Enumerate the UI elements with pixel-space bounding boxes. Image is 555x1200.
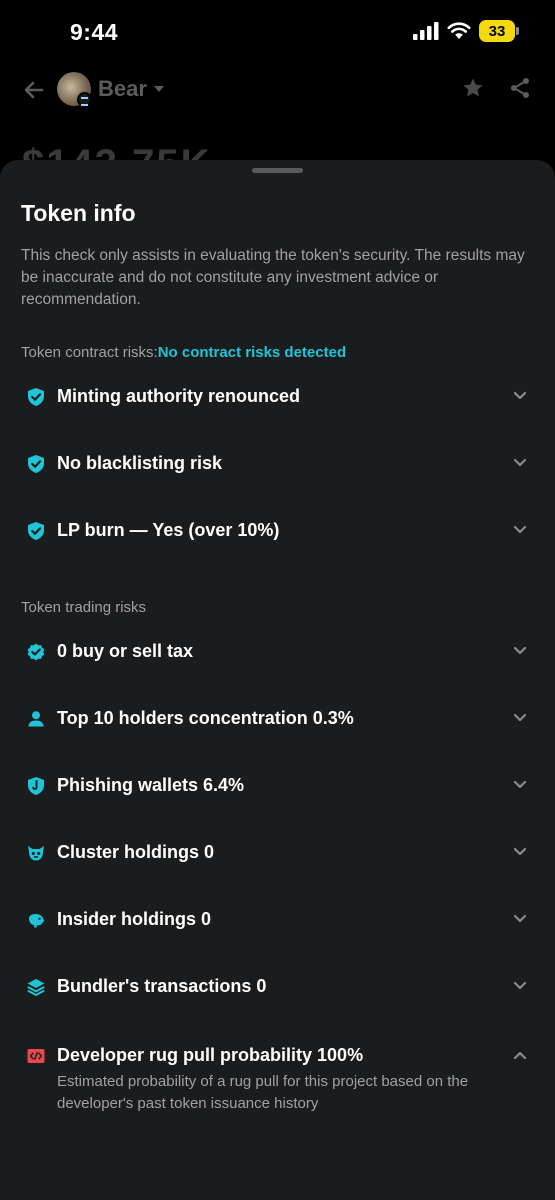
risk-row-description: Estimated probability of a rug pull for … bbox=[57, 1073, 469, 1112]
chevron-down-icon[interactable] bbox=[512, 390, 528, 402]
wifi-icon bbox=[447, 22, 471, 39]
share-icon[interactable] bbox=[509, 77, 531, 99]
risk-row-minting[interactable]: Minting authority renounced bbox=[0, 377, 555, 417]
disclaimer-text: This check only assists in evaluating th… bbox=[21, 247, 525, 308]
token-info-sheet: Token info This check only assists in ev… bbox=[0, 160, 555, 1200]
risk-row-developer-rug-pull[interactable]: Developer rug pull probability 100% Esti… bbox=[0, 1036, 555, 1121]
chevron-down-icon[interactable] bbox=[154, 86, 164, 92]
risk-row-lp-burn[interactable]: LP burn — Yes (over 10%) bbox=[0, 511, 555, 551]
risk-row-label: Developer rug pull probability 100% bbox=[57, 1045, 364, 1065]
status-icons: 33 bbox=[413, 20, 519, 42]
chevron-up-icon[interactable] bbox=[512, 1049, 528, 1061]
chevron-down-icon[interactable] bbox=[512, 913, 528, 925]
chevron-down-icon[interactable] bbox=[512, 980, 528, 992]
person-icon bbox=[28, 711, 44, 727]
shield-check-icon bbox=[28, 522, 44, 540]
risk-row-label: Top 10 holders concentration 0.3% bbox=[57, 708, 354, 728]
chevron-down-icon[interactable] bbox=[512, 645, 528, 657]
cellular-signal-icon bbox=[413, 22, 439, 40]
risk-row-phishing[interactable]: Phishing wallets 6.4% bbox=[0, 766, 555, 806]
risk-row-insider[interactable]: Insider holdings 0 bbox=[0, 900, 555, 940]
shield-check-icon bbox=[28, 455, 44, 473]
cluster-icon bbox=[28, 846, 44, 861]
risk-row-top-holders[interactable]: Top 10 holders concentration 0.3% bbox=[0, 699, 555, 739]
back-arrow-icon[interactable] bbox=[22, 78, 46, 102]
chevron-down-icon[interactable] bbox=[512, 846, 528, 858]
token-name[interactable]: Bear bbox=[98, 76, 147, 102]
sheet-title: Token info bbox=[21, 200, 136, 226]
risk-row-label: Bundler's transactions 0 bbox=[57, 976, 267, 996]
insider-icon bbox=[29, 914, 45, 928]
chevron-down-icon[interactable] bbox=[512, 712, 528, 724]
contract-risks-status: No contract risks detected bbox=[157, 344, 347, 361]
code-warning-icon bbox=[27, 1049, 45, 1063]
shield-hook-icon bbox=[28, 777, 44, 795]
app-bar: Bear bbox=[0, 66, 555, 114]
contract-risks-heading: Token contract risks:No contract risks d… bbox=[21, 344, 346, 361]
battery-indicator: 33 bbox=[479, 20, 519, 42]
chevron-down-icon[interactable] bbox=[512, 524, 528, 536]
risk-row-label: No blacklisting risk bbox=[57, 453, 223, 473]
chevron-down-icon[interactable] bbox=[512, 779, 528, 791]
star-icon[interactable] bbox=[461, 76, 485, 100]
risk-row-label: Minting authority renounced bbox=[57, 386, 300, 406]
risk-row-cluster[interactable]: Cluster holdings 0 bbox=[0, 833, 555, 873]
sheet-drag-handle[interactable] bbox=[252, 168, 303, 173]
risk-row-tax[interactable]: 0 buy or sell tax bbox=[0, 632, 555, 672]
status-bar: 9:44 33 bbox=[0, 0, 555, 66]
risk-row-label: Cluster holdings 0 bbox=[57, 842, 215, 862]
battery-level: 33 bbox=[488, 22, 506, 40]
risk-row-label: LP burn — Yes (over 10%) bbox=[57, 520, 280, 540]
risk-row-blacklisting[interactable]: No blacklisting risk bbox=[0, 444, 555, 484]
layers-icon bbox=[27, 979, 45, 996]
shield-check-icon bbox=[28, 388, 44, 406]
status-time: 9:44 bbox=[70, 19, 119, 45]
chain-badge-icon bbox=[77, 92, 92, 107]
risk-row-label: 0 buy or sell tax bbox=[57, 641, 194, 661]
verified-badge-icon bbox=[27, 643, 45, 661]
risk-row-bundler[interactable]: Bundler's transactions 0 bbox=[0, 967, 555, 1007]
risk-row-label: Insider holdings 0 bbox=[57, 909, 212, 929]
contract-risks-label: Token contract risks: bbox=[21, 344, 158, 361]
trading-risks-heading: Token trading risks bbox=[21, 599, 147, 616]
chevron-down-icon[interactable] bbox=[512, 457, 528, 469]
risk-row-label: Phishing wallets 6.4% bbox=[57, 775, 245, 795]
